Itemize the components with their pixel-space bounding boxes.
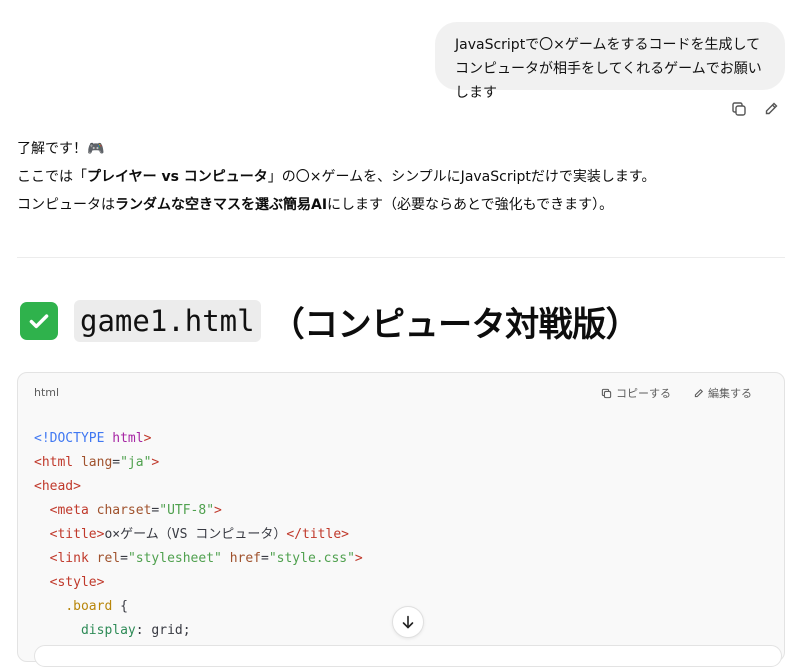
- copy-code-button[interactable]: コピーする: [601, 385, 671, 401]
- user-message-line-1: JavaScriptで〇×ゲームをするコードを生成して: [455, 37, 761, 53]
- arrow-down-icon: [402, 615, 414, 629]
- assistant-line-3: コンピュータはランダムな空きマスを選ぶ簡易AIにします（必要ならあとで強化もでき…: [17, 191, 787, 219]
- edit-code-button[interactable]: 編集する: [693, 385, 752, 401]
- code-body: <!DOCTYPE html> <html lang="ja"> <head> <m…: [34, 427, 363, 643]
- assistant-line-1: 了解です！🎮: [17, 141, 105, 157]
- assistant-line-2-start: ここでは「: [17, 169, 87, 185]
- pencil-icon: [765, 102, 778, 115]
- check-mark-icon: [20, 302, 58, 340]
- code-line: <link rel="stylesheet" href="style.css">: [49, 551, 363, 566]
- copy-code-label: コピーする: [616, 387, 671, 400]
- copy-message-button[interactable]: [730, 100, 748, 118]
- assistant-line-2: ここでは「プレイヤー vs コンピュータ」の〇×ゲームを、シンプルにJavaSc…: [17, 163, 787, 191]
- message-composer[interactable]: [34, 645, 782, 667]
- assistant-line-2-bold: プレイヤー vs コンピュータ: [87, 169, 268, 185]
- edit-message-button[interactable]: [762, 100, 780, 118]
- scroll-to-bottom-button[interactable]: [392, 606, 424, 638]
- assistant-line-2-end: 」の〇×ゲームを、シンプルにJavaScriptだけで実装します。: [267, 169, 656, 185]
- pencil-icon: [694, 388, 704, 397]
- code-line: .board {: [65, 599, 128, 614]
- code-line: display: grid;: [80, 623, 191, 638]
- code-line: <!DOCTYPE html>: [34, 431, 152, 446]
- user-message-line-2: コンピュータが相手をしてくれるゲームでお願いします: [455, 61, 762, 101]
- code-line: <meta charset="UTF-8">: [49, 503, 222, 518]
- code-language-label: html: [34, 386, 60, 399]
- copy-icon: [732, 102, 746, 116]
- code-block-header: html コピーする 編集する: [18, 373, 784, 411]
- code-line: <head>: [34, 479, 81, 494]
- user-message-bubble: JavaScriptで〇×ゲームをするコードを生成して コンピュータが相手をして…: [435, 22, 785, 101]
- heading-code-filename: game1.html: [74, 300, 261, 342]
- copy-icon: [601, 388, 612, 398]
- edit-code-label: 編集する: [708, 387, 752, 400]
- assistant-line-3-bold: ランダムな空きマスを選ぶ簡易AI: [115, 197, 328, 213]
- heading-title-suffix: （コンピュータ対戦版）: [270, 304, 640, 345]
- assistant-message: 了解です！🎮 ここでは「プレイヤー vs コンピュータ」の〇×ゲームを、シンプル…: [17, 135, 787, 219]
- assistant-line-3-end: にします（必要ならあとで強化もできます）。: [327, 197, 614, 213]
- section-divider: [17, 257, 785, 258]
- message-actions: [730, 100, 780, 118]
- code-line: <title>o×ゲーム（VS コンピュータ）</title>: [49, 527, 349, 542]
- code-line: <html lang="ja">: [34, 455, 160, 470]
- assistant-line-3-start: コンピュータは: [17, 197, 115, 213]
- section-heading: game1.html （コンピュータ対戦版）: [20, 295, 640, 347]
- code-line: <style>: [49, 575, 105, 590]
